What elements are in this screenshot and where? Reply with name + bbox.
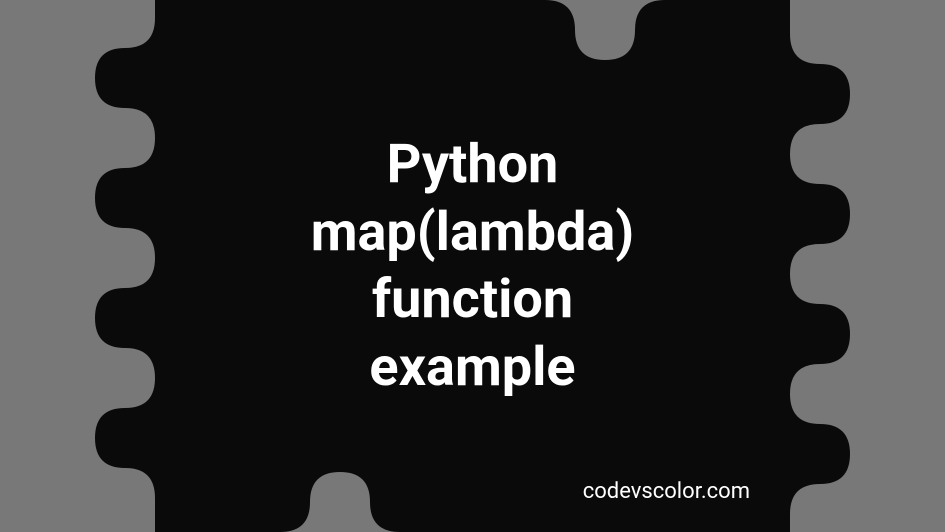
content-area: Python map(lambda) function example <box>0 0 945 532</box>
watermark-text: codevscolor.com <box>583 479 750 504</box>
banner-title: Python map(lambda) function example <box>311 131 635 401</box>
banner-container: Python map(lambda) function example code… <box>0 0 945 532</box>
